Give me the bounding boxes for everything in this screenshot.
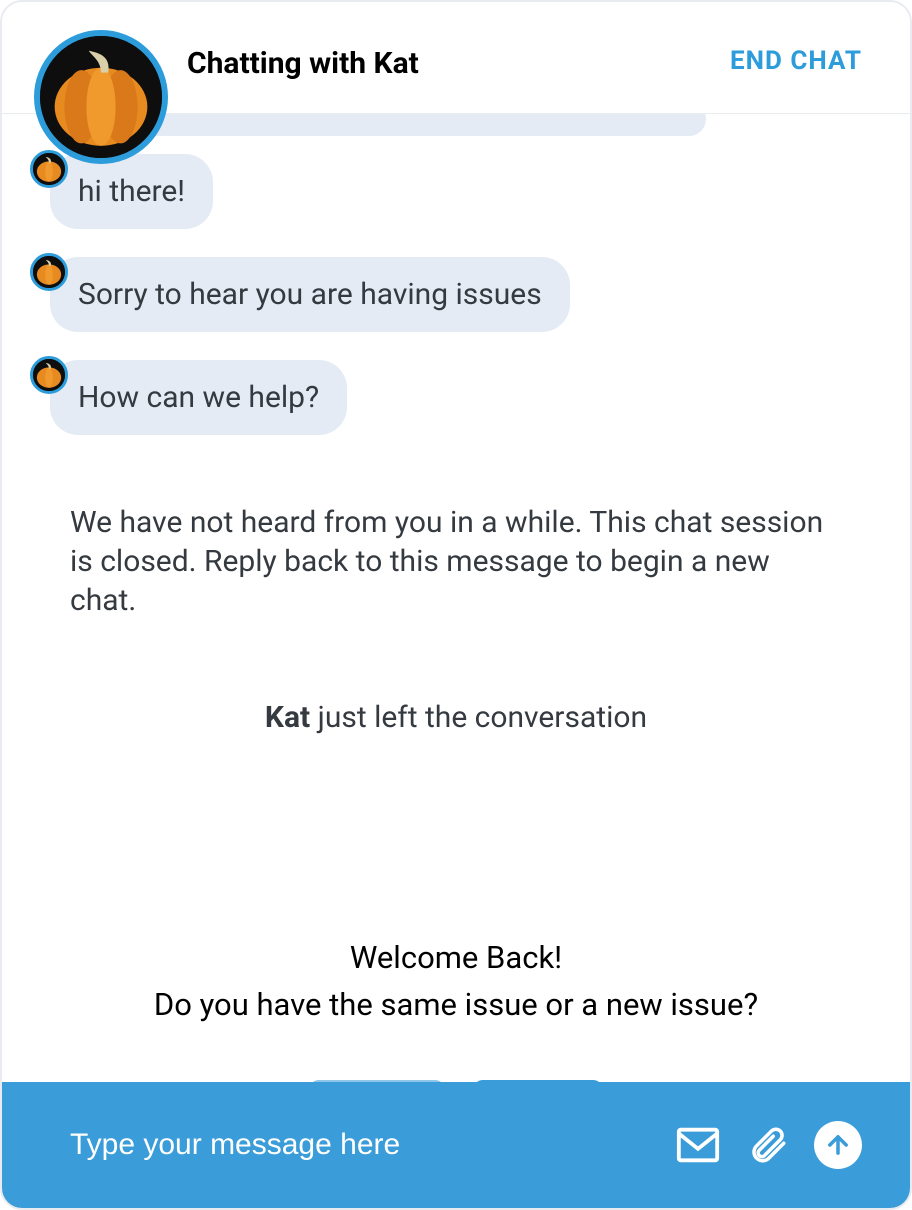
message-bubble: Sorry to hear you are having issues: [50, 257, 570, 332]
pumpkin-icon: [33, 359, 65, 391]
chat-widget: Chatting with Kat END CHAT hi there!: [0, 0, 912, 1210]
pumpkin-icon: [40, 36, 162, 158]
welcome-line-1: Welcome Back!: [2, 935, 910, 982]
arrow-up-icon: [824, 1131, 852, 1159]
agent-left-notice: Kat just left the conversation: [70, 700, 842, 735]
issue-choice-row: Same New: [2, 1080, 910, 1082]
chat-body: hi there! Sorry to hear you are having i…: [2, 114, 910, 1082]
message-bubble: How can we help?: [50, 360, 347, 435]
email-transcript-button[interactable]: [674, 1121, 722, 1169]
message-input[interactable]: [70, 1128, 652, 1162]
chat-title: Chatting with Kat: [187, 46, 419, 82]
message-row: How can we help?: [2, 360, 910, 435]
pumpkin-icon: [33, 153, 65, 185]
message-row: Sorry to hear you are having issues: [2, 257, 910, 332]
attach-file-button[interactable]: [744, 1121, 792, 1169]
chat-header: Chatting with Kat END CHAT: [2, 2, 910, 114]
new-issue-button[interactable]: New: [473, 1080, 603, 1082]
agent-avatar-small: [30, 253, 68, 291]
end-chat-button[interactable]: END CHAT: [730, 46, 862, 76]
agent-avatar-small: [30, 150, 68, 188]
agent-avatar-large[interactable]: [34, 30, 168, 164]
session-closed-notice: We have not heard from you in a while. T…: [70, 503, 842, 620]
paperclip-icon: [747, 1124, 789, 1166]
welcome-back-prompt: Welcome Back! Do you have the same issue…: [2, 935, 910, 1028]
message-bubble: hi there!: [50, 154, 213, 229]
welcome-line-2: Do you have the same issue or a new issu…: [2, 982, 910, 1029]
agent-left-suffix: just left the conversation: [310, 700, 647, 735]
agent-avatar-small: [30, 356, 68, 394]
agent-left-name: Kat: [265, 700, 310, 735]
pumpkin-icon: [33, 256, 65, 288]
same-issue-button[interactable]: Same: [309, 1080, 445, 1082]
send-button[interactable]: [814, 1121, 862, 1169]
message-row: hi there!: [2, 154, 910, 229]
mail-icon: [675, 1122, 721, 1168]
message-input-bar: [2, 1082, 910, 1208]
